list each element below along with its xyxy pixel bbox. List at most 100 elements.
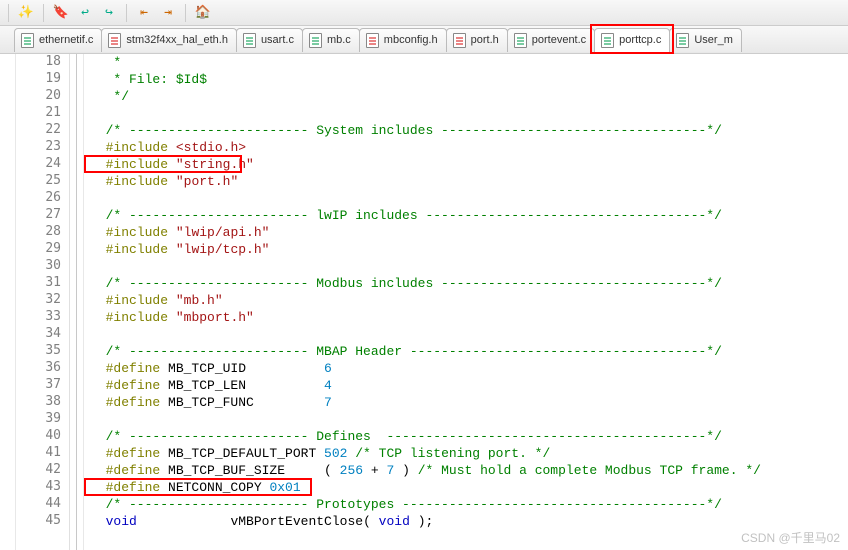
line-number: 25 — [16, 173, 61, 190]
code-line[interactable]: /* ----------------------- Defines -----… — [90, 428, 848, 445]
line-number: 36 — [16, 360, 61, 377]
code-line[interactable]: */ — [90, 88, 848, 105]
code-line[interactable]: #include "lwip/api.h" — [90, 224, 848, 241]
code-line[interactable]: /* ----------------------- MBAP Header -… — [90, 343, 848, 360]
c-file-icon — [676, 33, 689, 48]
line-number: 34 — [16, 326, 61, 343]
tab-label: stm32f4xx_hal_eth.h — [126, 34, 228, 46]
code-line[interactable]: #include "lwip/tcp.h" — [90, 241, 848, 258]
code-line[interactable] — [90, 190, 848, 207]
tab-label: porttcp.c — [619, 34, 661, 46]
line-number: 38 — [16, 394, 61, 411]
code-line[interactable]: /* ----------------------- System includ… — [90, 122, 848, 139]
line-number: 26 — [16, 190, 61, 207]
line-number: 28 — [16, 224, 61, 241]
indent-left-icon[interactable]: ⇤ — [133, 2, 155, 24]
toolbar-separator — [185, 4, 186, 22]
line-number: 27 — [16, 207, 61, 224]
tab-user-m[interactable]: User_m — [669, 28, 742, 52]
code-line[interactable]: /* ----------------------- Prototypes --… — [90, 496, 848, 513]
code-line[interactable]: #define NETCONN_COPY 0x01 — [90, 479, 848, 496]
bookmark-prev-icon[interactable]: ↩ — [74, 2, 96, 24]
c-file-icon — [601, 33, 614, 48]
marker-margin — [0, 54, 16, 550]
code-editor[interactable]: 1819202122232425262728293031323334353637… — [0, 54, 848, 550]
code-area[interactable]: * * File: $Id$ */ /* -------------------… — [84, 54, 848, 550]
code-line[interactable]: void vMBPortEventClose( void ); — [90, 513, 848, 530]
line-number: 41 — [16, 445, 61, 462]
tab-label: mb.c — [327, 34, 351, 46]
line-number: 35 — [16, 343, 61, 360]
c-file-icon — [309, 33, 322, 48]
line-number: 31 — [16, 275, 61, 292]
code-line[interactable]: * File: $Id$ — [90, 71, 848, 88]
tab-mb-c[interactable]: mb.c — [302, 28, 360, 52]
code-line[interactable]: * — [90, 54, 848, 71]
header-file-icon — [366, 33, 379, 48]
code-line[interactable]: #include "mbport.h" — [90, 309, 848, 326]
wand-icon[interactable]: ✨ — [15, 2, 37, 24]
code-line[interactable]: #define MB_TCP_BUF_SIZE ( 256 + 7 ) /* M… — [90, 462, 848, 479]
code-line[interactable]: #include "string.h" — [90, 156, 848, 173]
line-number: 23 — [16, 139, 61, 156]
code-line[interactable] — [90, 258, 848, 275]
code-line[interactable] — [90, 326, 848, 343]
line-number: 39 — [16, 411, 61, 428]
tab-label: mbconfig.h — [384, 34, 438, 46]
code-line[interactable]: /* ----------------------- lwIP includes… — [90, 207, 848, 224]
line-number: 40 — [16, 428, 61, 445]
line-number: 33 — [16, 309, 61, 326]
line-number: 29 — [16, 241, 61, 258]
header-file-icon — [108, 33, 121, 48]
tab-label: User_m — [694, 34, 733, 46]
tab-porttcp-c[interactable]: porttcp.c — [594, 28, 670, 52]
line-number: 43 — [16, 479, 61, 496]
c-file-icon — [514, 33, 527, 48]
header-file-icon — [453, 33, 466, 48]
toolbar-separator — [126, 4, 127, 22]
tab-label: ethernetif.c — [39, 34, 93, 46]
bookmark-toggle-icon[interactable]: 🔖 — [50, 2, 72, 24]
line-number: 18 — [16, 54, 61, 71]
line-number: 20 — [16, 88, 61, 105]
code-line[interactable]: #define MB_TCP_UID 6 — [90, 360, 848, 377]
code-line[interactable] — [90, 105, 848, 122]
toolbar: ✨ 🔖 ↩ ↪ ⇤ ⇥ 🏠 — [0, 0, 848, 26]
tab-label: usart.c — [261, 34, 294, 46]
tab-portevent-c[interactable]: portevent.c — [507, 28, 595, 52]
line-number: 32 — [16, 292, 61, 309]
tab-stm32f4xx-hal-eth-h[interactable]: stm32f4xx_hal_eth.h — [101, 28, 237, 52]
line-number: 22 — [16, 122, 61, 139]
line-number: 21 — [16, 105, 61, 122]
file-tabs: ethernetif.c stm32f4xx_hal_eth.h usart.c mb… — [0, 26, 848, 54]
line-number: 19 — [16, 71, 61, 88]
c-file-icon — [243, 33, 256, 48]
line-number: 44 — [16, 496, 61, 513]
code-line[interactable]: #include "port.h" — [90, 173, 848, 190]
line-number: 24 — [16, 156, 61, 173]
code-line[interactable] — [90, 411, 848, 428]
code-line[interactable]: #define MB_TCP_LEN 4 — [90, 377, 848, 394]
line-number-gutter: 1819202122232425262728293031323334353637… — [16, 54, 70, 550]
code-line[interactable]: #define MB_TCP_DEFAULT_PORT 502 /* TCP l… — [90, 445, 848, 462]
tab-label: portevent.c — [532, 34, 586, 46]
line-number: 30 — [16, 258, 61, 275]
toolbar-separator — [8, 4, 9, 22]
c-file-icon — [21, 33, 34, 48]
code-line[interactable]: /* ----------------------- Modbus includ… — [90, 275, 848, 292]
code-line[interactable]: #define MB_TCP_FUNC 7 — [90, 394, 848, 411]
fold-margin — [70, 54, 84, 550]
home-icon[interactable]: 🏠 — [192, 2, 214, 24]
tab-mbconfig-h[interactable]: mbconfig.h — [359, 28, 447, 52]
line-number: 45 — [16, 513, 61, 530]
bookmark-next-icon[interactable]: ↪ — [98, 2, 120, 24]
tab-usart-c[interactable]: usart.c — [236, 28, 303, 52]
line-number: 37 — [16, 377, 61, 394]
line-number: 42 — [16, 462, 61, 479]
toolbar-separator — [43, 4, 44, 22]
tab-port-h[interactable]: port.h — [446, 28, 508, 52]
code-line[interactable]: #include <stdio.h> — [90, 139, 848, 156]
indent-right-icon[interactable]: ⇥ — [157, 2, 179, 24]
tab-ethernetif-c[interactable]: ethernetif.c — [14, 28, 102, 52]
code-line[interactable]: #include "mb.h" — [90, 292, 848, 309]
